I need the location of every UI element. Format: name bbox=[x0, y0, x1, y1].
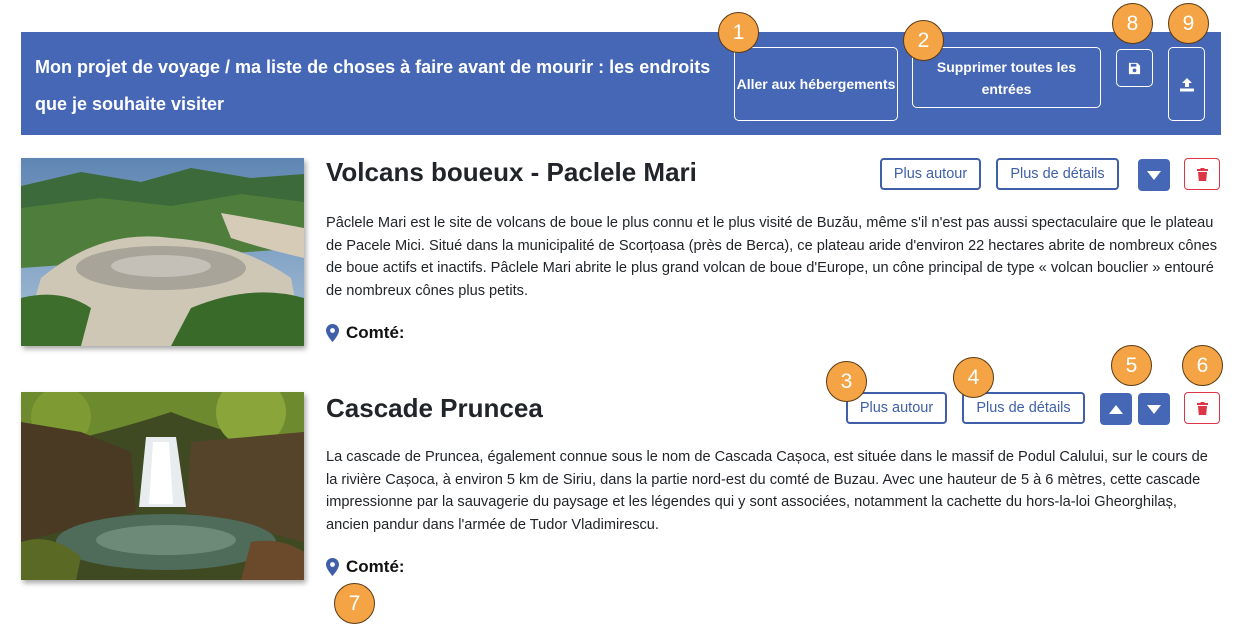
marker-2: 2 bbox=[903, 20, 944, 61]
map-pin-icon bbox=[326, 324, 339, 342]
marker-4: 4 bbox=[953, 357, 994, 398]
item-photo-cascade-pruncea bbox=[21, 392, 304, 580]
nearby-button[interactable]: Plus autour bbox=[846, 392, 947, 424]
trash-icon bbox=[1196, 401, 1208, 415]
upload-button[interactable] bbox=[1168, 47, 1205, 121]
marker-9: 9 bbox=[1168, 3, 1209, 44]
move-down-button[interactable] bbox=[1138, 159, 1170, 191]
marker-1: 1 bbox=[718, 12, 759, 53]
nearby-button[interactable]: Plus autour bbox=[880, 158, 981, 190]
save-icon bbox=[1128, 62, 1141, 74]
move-up-button[interactable] bbox=[1100, 393, 1132, 425]
marker-5: 5 bbox=[1111, 345, 1152, 386]
caret-down-icon bbox=[1147, 404, 1161, 414]
caret-down-icon bbox=[1147, 170, 1161, 180]
marker-7: 7 bbox=[334, 583, 375, 624]
item-description: La cascade de Pruncea, également connue … bbox=[326, 449, 1208, 534]
move-down-button[interactable] bbox=[1138, 393, 1170, 425]
marker-6: 6 bbox=[1182, 345, 1223, 386]
item-title: Volcans boueux - Paclele Mari bbox=[326, 157, 697, 187]
delete-item-button[interactable] bbox=[1184, 158, 1220, 190]
details-button[interactable]: Plus de détails bbox=[996, 158, 1119, 190]
item-county: Comté: bbox=[326, 557, 405, 577]
item-county: Comté: bbox=[326, 323, 405, 343]
map-pin-icon bbox=[326, 558, 339, 576]
page-header: Mon projet de voyage / ma liste de chose… bbox=[21, 32, 1221, 135]
item-title: Cascade Pruncea bbox=[326, 393, 543, 423]
item-description: Pâclele Mari est le site de volcans de b… bbox=[326, 215, 1218, 300]
trash-icon bbox=[1196, 167, 1208, 181]
delete-item-button[interactable] bbox=[1184, 392, 1220, 424]
marker-3: 3 bbox=[826, 361, 867, 402]
county-label: Comté: bbox=[346, 323, 405, 342]
item-photo-paclele-mari bbox=[21, 158, 304, 346]
go-to-lodging-button[interactable]: Aller aux hébergements bbox=[734, 47, 898, 121]
caret-up-icon bbox=[1109, 404, 1123, 414]
county-label: Comté: bbox=[346, 557, 405, 576]
save-button[interactable] bbox=[1116, 49, 1153, 87]
upload-icon bbox=[1179, 77, 1194, 91]
delete-all-entries-button[interactable]: Supprimer toutes les entrées bbox=[912, 47, 1101, 108]
details-button[interactable]: Plus de détails bbox=[962, 392, 1085, 424]
marker-8: 8 bbox=[1112, 3, 1153, 44]
page-title: Mon projet de voyage / ma liste de chose… bbox=[35, 57, 711, 114]
